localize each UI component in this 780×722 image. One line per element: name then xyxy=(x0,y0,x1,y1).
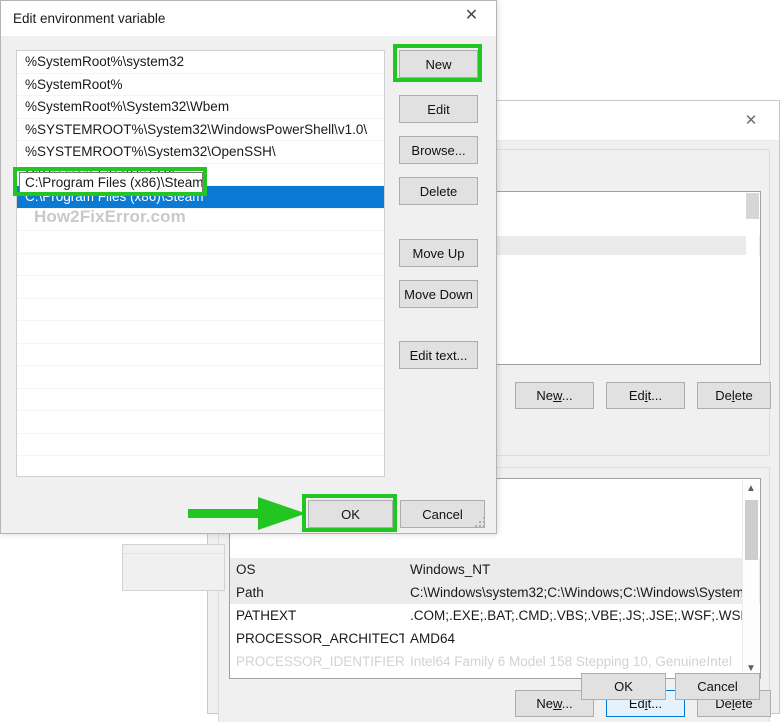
list-item[interactable]: %SYSTEMROOT%\System32\OpenSSH\ xyxy=(17,141,384,164)
list-item[interactable] xyxy=(17,344,384,366)
background-dialog-footer: OK Cancel xyxy=(208,673,780,703)
watermark: How2FixError.com xyxy=(34,207,186,226)
table-row[interactable]: OS Windows_NT xyxy=(230,558,760,581)
new-button[interactable]: New xyxy=(399,50,478,78)
list-item[interactable] xyxy=(17,299,384,321)
dialog-titlebar: Edit environment variable ✕ xyxy=(1,1,496,36)
list-item[interactable]: %SystemRoot% xyxy=(17,74,384,96)
browse-button[interactable]: Browse... xyxy=(399,136,478,164)
scrollbar-thumb[interactable] xyxy=(746,193,759,219)
move-up-button[interactable]: Move Up xyxy=(399,239,478,267)
edit-button[interactable]: Edit xyxy=(399,95,478,123)
close-icon[interactable]: ✕ xyxy=(449,1,494,31)
background-ok-button[interactable]: OK xyxy=(581,673,666,700)
cell-name: PROCESSOR_IDENTIFIER xyxy=(236,654,404,669)
list-item[interactable] xyxy=(17,231,384,254)
table-row[interactable]: Path C:\Windows\system32;C:\Windows;C:\W… xyxy=(230,581,760,604)
page-title: Edit environment variable xyxy=(13,11,166,26)
path-edit-value: C:\Program Files (x86)\Steam xyxy=(25,175,203,190)
list-item[interactable]: %SYSTEMROOT%\System32\WindowsPowerShell\… xyxy=(17,119,384,141)
divider xyxy=(123,553,224,554)
background-window-fragment xyxy=(122,544,225,591)
delete-button[interactable]: Delete xyxy=(399,177,478,205)
user-delete-button[interactable]: Delete xyxy=(697,382,771,409)
cell-name: OS xyxy=(236,562,256,577)
list-item[interactable]: %SystemRoot%\system32 xyxy=(17,51,384,74)
list-item[interactable] xyxy=(17,389,384,411)
user-edit-button[interactable]: Edit... xyxy=(606,382,685,409)
edit-text-button[interactable]: Edit text... xyxy=(399,341,478,369)
edit-environment-variable-dialog: Edit environment variable ✕ %SystemRoot%… xyxy=(0,0,497,534)
screenshot-root: ✕ OneDrive OneDrive AppData\Local\Micros… xyxy=(0,0,780,722)
cell-name: PROCESSOR_ARCHITECTU... xyxy=(236,631,404,646)
path-edit-input[interactable]: C:\Program Files (x86)\Steam xyxy=(19,172,203,193)
path-entries-list[interactable]: %SystemRoot%\system32 %SystemRoot% %Syst… xyxy=(16,50,385,477)
scrollbar-thumb[interactable] xyxy=(745,500,758,560)
cell-value: C:\Windows\system32;C:\Windows;C:\Window… xyxy=(410,585,755,600)
list-item[interactable] xyxy=(17,366,384,389)
chevron-up-icon[interactable]: ▲ xyxy=(743,480,759,497)
table-row[interactable]: PROCESSOR_IDENTIFIER Intel64 Family 6 Mo… xyxy=(230,650,760,673)
background-cancel-button[interactable]: Cancel xyxy=(675,673,760,700)
list-item[interactable] xyxy=(17,321,384,344)
cancel-button[interactable]: Cancel xyxy=(400,500,485,528)
list-item[interactable] xyxy=(17,456,384,476)
move-down-button[interactable]: Move Down xyxy=(399,280,478,308)
list-item[interactable] xyxy=(17,276,384,299)
cell-value: AMD64 xyxy=(410,631,456,646)
table-row[interactable]: PATHEXT .COM;.EXE;.BAT;.CMD;.VBS;.VBE;.J… xyxy=(230,604,760,627)
table-row[interactable]: PROCESSOR_ARCHITECTU... AMD64 xyxy=(230,627,760,650)
cell-value: Intel64 Family 6 Model 158 Stepping 10, … xyxy=(410,654,732,669)
close-icon[interactable]: ✕ xyxy=(729,105,773,135)
ok-button[interactable]: OK xyxy=(308,500,393,528)
system-list-scrollbar[interactable]: ▲ ▼ xyxy=(742,480,759,677)
list-item[interactable] xyxy=(17,434,384,456)
list-item[interactable] xyxy=(17,254,384,276)
user-list-scrollbar[interactable] xyxy=(746,193,759,363)
list-item[interactable]: %SystemRoot%\System32\Wbem xyxy=(17,96,384,119)
list-item[interactable] xyxy=(17,411,384,434)
cell-name: PATHEXT xyxy=(236,608,297,623)
cell-value: Windows_NT xyxy=(410,562,491,577)
cell-name: Path xyxy=(236,585,264,600)
cell-value: .COM;.EXE;.BAT;.CMD;.VBS;.VBE;.JS;.JSE;.… xyxy=(410,608,755,623)
user-new-button[interactable]: New... xyxy=(515,382,594,409)
